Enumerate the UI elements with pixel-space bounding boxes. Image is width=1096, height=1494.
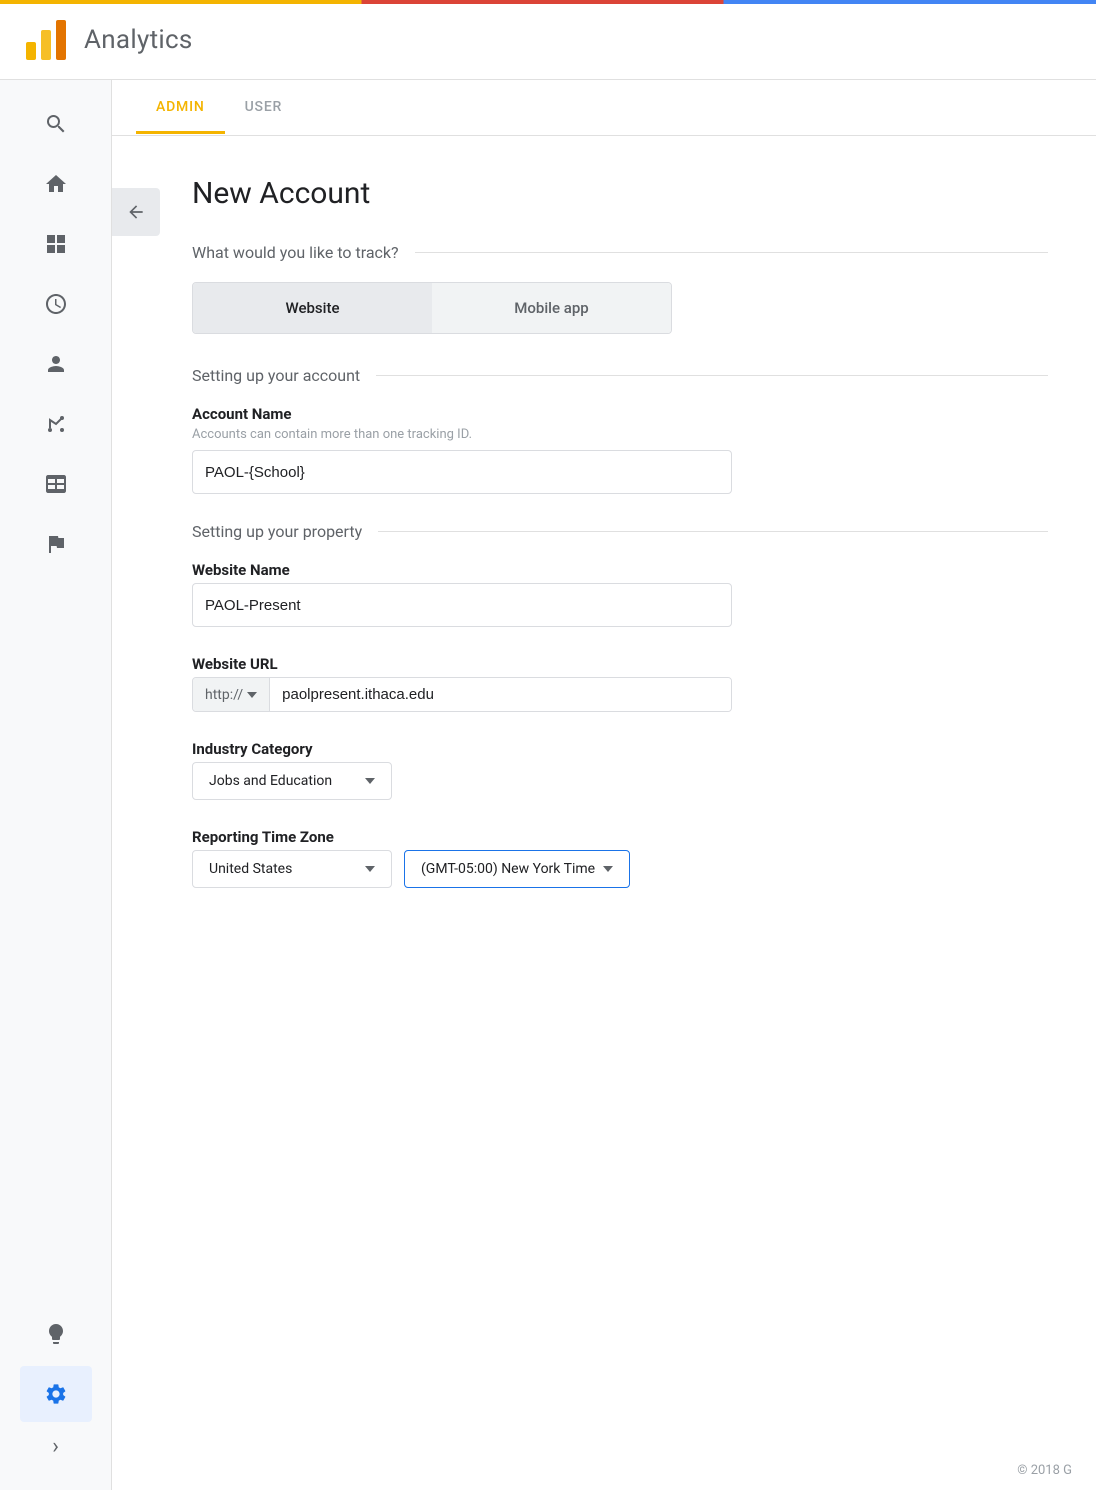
track-section-header: What would you like to track?: [192, 243, 1048, 262]
clock-icon: [44, 292, 68, 316]
url-input[interactable]: [270, 678, 731, 711]
country-value: United States: [209, 861, 292, 877]
header: Analytics: [0, 0, 1096, 80]
property-header-line: [378, 531, 1048, 532]
account-name-hint: Accounts can contain more than one track…: [192, 427, 1048, 442]
sidebar-item-acquisition[interactable]: [20, 396, 92, 452]
account-name-input[interactable]: [192, 450, 732, 494]
industry-category-label: Industry Category: [192, 740, 1048, 758]
expand-sidebar-button[interactable]: ›: [36, 1426, 76, 1466]
home-icon: [44, 172, 68, 196]
app-layout: › ADMIN USER New Account What would you …: [0, 80, 1096, 1490]
gear-icon: [44, 1382, 68, 1406]
reporting-timezone-label: Reporting Time Zone: [192, 828, 1048, 846]
track-option-mobile[interactable]: Mobile app: [432, 283, 671, 333]
back-arrow-icon: [126, 202, 146, 222]
track-toggle: Website Mobile app: [192, 282, 672, 334]
sidebar-item-behavior[interactable]: [20, 456, 92, 512]
analytics-logo-icon: [20, 14, 72, 66]
sidebar-item-home[interactable]: [20, 156, 92, 212]
account-name-group: Account Name Accounts can contain more t…: [192, 405, 1048, 494]
property-section-title: Setting up your property: [192, 522, 362, 541]
url-protocol-selector[interactable]: http://: [193, 678, 270, 711]
sidebar-bottom: ›: [20, 1306, 92, 1474]
website-url-group: Website URL http://: [192, 655, 1048, 712]
industry-category-value: Jobs and Education: [209, 773, 332, 789]
main-area: ADMIN USER New Account What would you li…: [112, 80, 1096, 1490]
dashboards-icon: [44, 232, 68, 256]
country-select[interactable]: United States: [192, 850, 392, 888]
account-section-header: Setting up your account: [192, 366, 1048, 385]
tab-user[interactable]: USER: [225, 83, 303, 134]
table-icon: [44, 472, 68, 496]
website-url-label: Website URL: [192, 655, 1048, 673]
sidebar-item-search[interactable]: [20, 96, 92, 152]
reporting-timezone-group: Reporting Time Zone United States (GMT-0…: [192, 828, 1048, 888]
search-icon: [44, 112, 68, 136]
timezone-row: United States (GMT-05:00) New York Time: [192, 850, 1048, 888]
tabs-bar: ADMIN USER: [112, 80, 1096, 136]
track-header-line: [415, 252, 1048, 253]
sidebar-item-reports[interactable]: [20, 276, 92, 332]
sidebar-item-dashboards[interactable]: [20, 216, 92, 272]
flag-icon: [44, 532, 68, 556]
page-title: New Account: [192, 176, 1048, 211]
sidebar: ›: [0, 80, 112, 1490]
account-name-label: Account Name: [192, 405, 1048, 423]
back-button-container: [112, 188, 160, 236]
website-name-label: Website Name: [192, 561, 1048, 579]
track-question: What would you like to track?: [192, 243, 399, 262]
back-button[interactable]: [112, 188, 160, 236]
lightbulb-icon: [44, 1322, 68, 1346]
account-section-title: Setting up your account: [192, 366, 360, 385]
footer-copyright: © 2018 G: [1017, 1463, 1072, 1478]
sidebar-item-insights[interactable]: [20, 1306, 92, 1362]
timezone-select[interactable]: (GMT-05:00) New York Time: [404, 850, 630, 888]
website-name-input[interactable]: [192, 583, 732, 627]
logo-container: Analytics: [20, 14, 193, 66]
property-section-header: Setting up your property: [192, 522, 1048, 541]
fork-icon: [44, 412, 68, 436]
url-protocol-text: http://: [205, 687, 243, 703]
person-icon: [44, 352, 68, 376]
account-header-line: [376, 375, 1048, 376]
sidebar-item-admin[interactable]: [20, 1366, 92, 1422]
url-protocol-arrow: [247, 692, 257, 698]
tab-admin[interactable]: ADMIN: [136, 83, 225, 134]
industry-category-select[interactable]: Jobs and Education: [192, 762, 392, 800]
timezone-value: (GMT-05:00) New York Time: [421, 861, 595, 877]
content-area: New Account What would you like to track…: [112, 136, 1096, 1490]
industry-category-group: Industry Category Jobs and Education: [192, 740, 1048, 800]
website-name-group: Website Name: [192, 561, 1048, 627]
industry-category-arrow: [365, 778, 375, 784]
timezone-arrow: [603, 866, 613, 872]
app-title: Analytics: [84, 25, 193, 55]
sidebar-item-audience[interactable]: [20, 336, 92, 392]
sidebar-item-conversions[interactable]: [20, 516, 92, 572]
country-arrow: [365, 866, 375, 872]
track-option-website[interactable]: Website: [193, 283, 432, 333]
website-url-field: http://: [192, 677, 732, 712]
